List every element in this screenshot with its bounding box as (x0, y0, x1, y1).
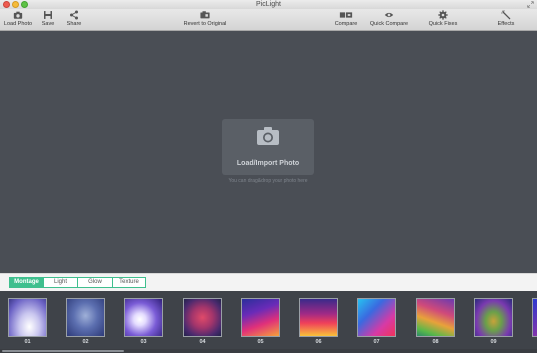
load-photo-label: Load Photo (3, 21, 33, 27)
filter-thumbnail[interactable] (357, 298, 396, 337)
tab-light[interactable]: Light (44, 278, 78, 287)
effects-label: Effects (497, 21, 515, 27)
dropzone-hint: You can drag&drop your photo here (228, 178, 308, 184)
filter-label: 09 (490, 339, 497, 345)
load-import-photo-dropzone[interactable]: Load/Import Photo (222, 119, 314, 175)
filter-label: 05 (257, 339, 264, 345)
revert-icon (200, 11, 210, 19)
filter-filmstrip: 01 02 03 04 05 06 07 08 09 (0, 291, 537, 353)
save-label: Save (41, 21, 55, 27)
filter-thumbnail[interactable] (474, 298, 513, 337)
share-label: Share (66, 21, 82, 27)
window-title: PicLight (256, 1, 281, 8)
filter-label: 02 (82, 339, 89, 345)
quick-compare-button[interactable]: Quick Compare (367, 10, 411, 31)
filter-label: 01 (24, 339, 31, 345)
effects-button[interactable]: Effects (494, 10, 518, 31)
revert-label: Revert to Original (183, 21, 227, 27)
camera-icon (13, 11, 23, 19)
camera-icon (257, 127, 279, 145)
filmstrip-scrollbar[interactable] (0, 349, 537, 353)
filter-label: 03 (140, 339, 147, 345)
dropzone-title: Load/Import Photo (236, 160, 300, 167)
quick-compare-label: Quick Compare (369, 21, 409, 27)
tab-texture[interactable]: Texture (113, 278, 145, 287)
compare-label: Compare (334, 21, 358, 27)
load-photo-button[interactable]: Load Photo (3, 10, 33, 31)
filter-thumbnail[interactable] (241, 298, 280, 337)
toolbar: Load Photo Save Share Revert to Original… (0, 9, 537, 31)
tab-glow[interactable]: Glow (78, 278, 113, 287)
filter-thumbnail[interactable] (532, 298, 537, 337)
gear-icon (438, 10, 448, 20)
filter-thumbnail[interactable] (8, 298, 47, 337)
filmstrip-scroll-thumb[interactable] (2, 350, 124, 352)
revert-to-original-button[interactable]: Revert to Original (180, 10, 230, 31)
quick-fixes-label: Quick Fixes (428, 21, 458, 27)
filter-thumbnail[interactable] (66, 298, 105, 337)
title-bar: PicLight (0, 0, 537, 9)
photo-canvas[interactable]: Load/Import Photo You can drag&drop your… (0, 31, 537, 273)
compare-icon (339, 12, 353, 18)
filter-thumbnail[interactable] (299, 298, 338, 337)
filter-thumbnail[interactable] (416, 298, 455, 337)
fullscreen-icon[interactable] (527, 1, 534, 8)
filter-category-tabs: Montage Light Glow Texture (9, 277, 146, 288)
filter-label: 04 (199, 339, 206, 345)
app-window: PicLight Load Photo Save Share Revert to… (0, 0, 537, 353)
share-button[interactable]: Share (64, 10, 84, 31)
save-button[interactable]: Save (39, 10, 57, 31)
tab-montage[interactable]: Montage (10, 278, 44, 287)
magic-wand-icon (501, 10, 511, 20)
filter-category-bar: Montage Light Glow Texture (0, 273, 537, 291)
filter-label: 06 (315, 339, 322, 345)
filter-thumbnail[interactable] (124, 298, 163, 337)
compare-button[interactable]: Compare (332, 10, 360, 31)
eye-icon (384, 12, 394, 18)
filter-label: 07 (373, 339, 380, 345)
share-icon (70, 10, 78, 20)
filter-thumbnail[interactable] (183, 298, 222, 337)
filter-label: 08 (432, 339, 439, 345)
save-icon (44, 11, 52, 19)
quick-fixes-button[interactable]: Quick Fixes (425, 10, 461, 31)
